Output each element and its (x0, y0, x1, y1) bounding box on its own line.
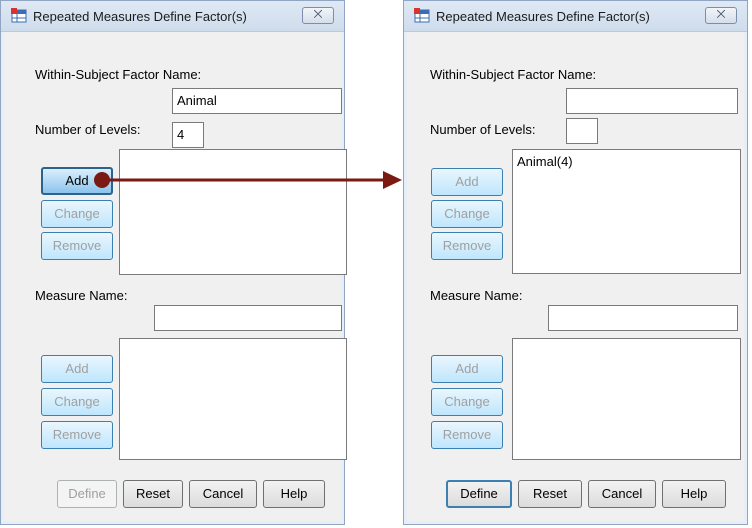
factor-list-item[interactable]: Animal(4) (517, 154, 573, 169)
factor-name-input[interactable]: Animal (172, 88, 342, 114)
measure-add-button[interactable]: Add (431, 355, 503, 383)
help-button[interactable]: Help (263, 480, 325, 508)
measure-remove-button[interactable]: Remove (41, 421, 113, 449)
measure-name-input[interactable] (154, 305, 342, 331)
help-button[interactable]: Help (662, 480, 726, 508)
measure-change-button[interactable]: Change (431, 388, 503, 416)
levels-label: Number of Levels: (430, 122, 536, 137)
left-dialog: Repeated Measures Define Factor(s) ⨉ Wit… (0, 0, 347, 525)
dialog-body: Within-Subject Factor Name: Number of Le… (412, 32, 741, 516)
dialog-title: Repeated Measures Define Factor(s) (33, 9, 247, 24)
factor-name-label: Within-Subject Factor Name: (35, 67, 202, 82)
levels-input[interactable] (566, 118, 598, 144)
close-icon: ⨉ (716, 9, 726, 21)
title-bar[interactable]: Repeated Measures Define Factor(s) ⨉ (1, 1, 344, 32)
factor-list[interactable] (119, 149, 347, 275)
close-button[interactable]: ⨉ (705, 7, 737, 24)
define-button[interactable]: Define (57, 480, 117, 508)
title-bar[interactable]: Repeated Measures Define Factor(s) ⨉ (404, 1, 747, 32)
measure-list[interactable] (119, 338, 347, 460)
reset-button[interactable]: Reset (123, 480, 183, 508)
factor-remove-button[interactable]: Remove (41, 232, 113, 260)
spss-table-icon (414, 8, 430, 23)
cancel-button[interactable]: Cancel (588, 480, 656, 508)
measure-change-button[interactable]: Change (41, 388, 113, 416)
factor-add-button[interactable]: Add (431, 168, 503, 196)
factor-name-input[interactable] (566, 88, 738, 114)
factor-list[interactable]: Animal(4) (512, 149, 741, 274)
close-icon: ⨉ (313, 9, 323, 21)
factor-remove-button[interactable]: Remove (431, 232, 503, 260)
levels-label: Number of Levels: (35, 122, 141, 137)
dialog-body: Within-Subject Factor Name: Animal Numbe… (9, 32, 347, 516)
factor-change-button[interactable]: Change (41, 200, 113, 228)
factor-change-button[interactable]: Change (431, 200, 503, 228)
measure-name-input[interactable] (548, 305, 738, 331)
measure-remove-button[interactable]: Remove (431, 421, 503, 449)
factor-add-button[interactable]: Add (41, 167, 113, 195)
levels-input[interactable]: 4 (172, 122, 204, 148)
close-button[interactable]: ⨉ (302, 7, 334, 24)
measure-name-label: Measure Name: (430, 288, 523, 303)
spss-table-icon (11, 8, 27, 23)
measure-add-button[interactable]: Add (41, 355, 113, 383)
cancel-button[interactable]: Cancel (189, 480, 257, 508)
measure-name-label: Measure Name: (35, 288, 128, 303)
arrow-head (383, 171, 402, 189)
define-button[interactable]: Define (446, 480, 512, 508)
dialog-title: Repeated Measures Define Factor(s) (436, 9, 650, 24)
factor-name-label: Within-Subject Factor Name: (430, 67, 597, 82)
reset-button[interactable]: Reset (518, 480, 582, 508)
measure-list[interactable] (512, 338, 741, 460)
right-dialog: Repeated Measures Define Factor(s) ⨉ Wit… (403, 0, 748, 525)
